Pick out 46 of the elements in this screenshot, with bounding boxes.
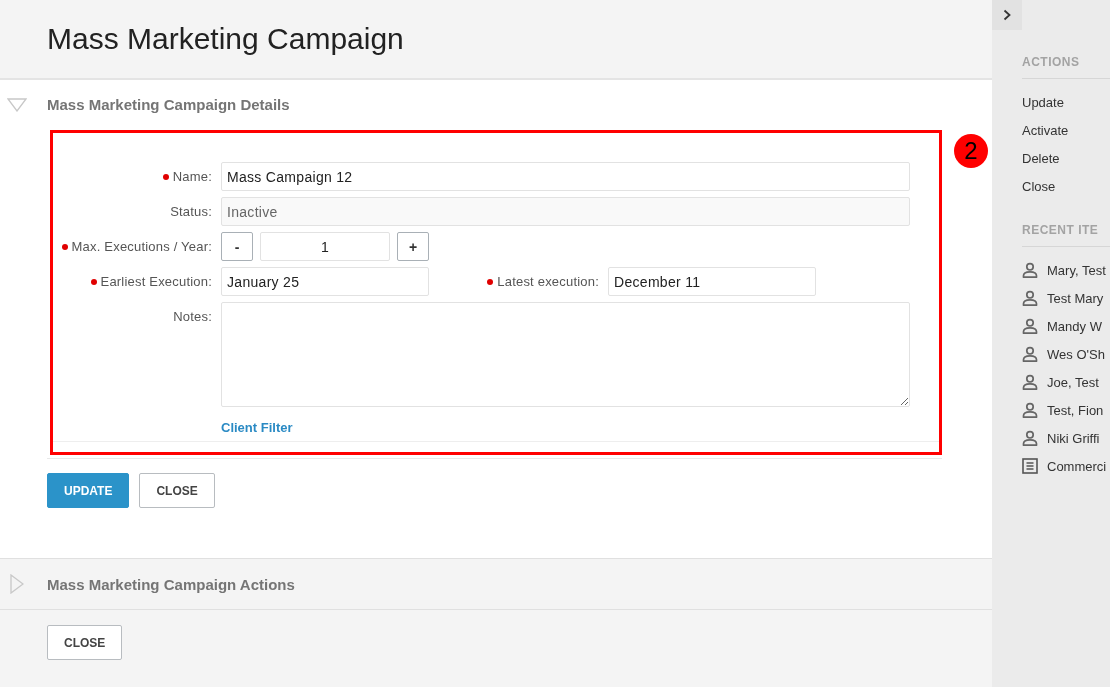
field-label: Latest execution: (497, 273, 599, 290)
notes-field[interactable] (221, 302, 910, 407)
recent-item-link[interactable]: Commerci (1047, 458, 1107, 474)
action-link[interactable]: Delete (1022, 150, 1060, 166)
client-filter-link[interactable]: Client Filter (221, 420, 293, 435)
recent-item-link[interactable]: Mary, Test (1047, 262, 1106, 278)
action-link[interactable]: Update (1022, 94, 1064, 110)
status-field[interactable]: Inactive (221, 197, 910, 226)
field-label: Name: (172, 168, 212, 185)
date-field[interactable]: December 11 (608, 267, 816, 296)
recent-item-link[interactable]: Niki Griffi (1047, 430, 1100, 446)
person-icon (1022, 290, 1038, 306)
increment-button[interactable]: + (397, 232, 429, 261)
decrement-button[interactable]: - (221, 232, 253, 261)
person-icon (1022, 262, 1038, 278)
document-icon (1022, 458, 1038, 474)
recent-item-link[interactable]: Joe, Test (1047, 374, 1099, 390)
person-icon (1022, 374, 1038, 390)
person-icon (1022, 430, 1038, 446)
actions-heading: ACTIONS (1022, 54, 1110, 79)
recent-item-link[interactable]: Mandy W (1047, 318, 1102, 334)
page-title: Mass Marketing Campaign (47, 22, 404, 56)
close-button[interactable]: CLOSE (47, 625, 123, 660)
collapse-triangle-icon[interactable] (7, 97, 27, 112)
field-label: Earliest Execution: (100, 273, 212, 290)
section-title[interactable]: Mass Marketing Campaign Actions (47, 575, 295, 593)
action-link[interactable]: Close (1022, 178, 1056, 194)
close-button[interactable]: CLOSE (139, 473, 215, 508)
person-icon (1022, 402, 1038, 418)
chevron-right-icon (1003, 9, 1011, 21)
section-title[interactable]: Mass Marketing Campaign Details (47, 96, 290, 113)
number-field[interactable]: 1 (260, 232, 390, 261)
field-label: Notes: (173, 309, 212, 325)
action-link[interactable]: Activate (1022, 122, 1069, 138)
date-field[interactable]: January 25 (221, 267, 429, 296)
recent-item-link[interactable]: Wes O'Sh (1047, 346, 1105, 362)
person-icon (1022, 318, 1038, 334)
field-label: Max. Executions / Year: (71, 238, 212, 255)
field-label: Status: (170, 203, 212, 220)
text-field[interactable]: Mass Campaign 12 (221, 162, 910, 191)
recent-item-link[interactable]: Test, Fion (1047, 402, 1104, 418)
recent-items-heading: RECENT ITE (1022, 222, 1110, 247)
expand-triangle-icon[interactable] (10, 574, 24, 594)
sidebar-toggle-button[interactable] (992, 0, 1022, 30)
person-icon (1022, 346, 1038, 362)
recent-item-link[interactable]: Test Mary (1047, 290, 1104, 306)
